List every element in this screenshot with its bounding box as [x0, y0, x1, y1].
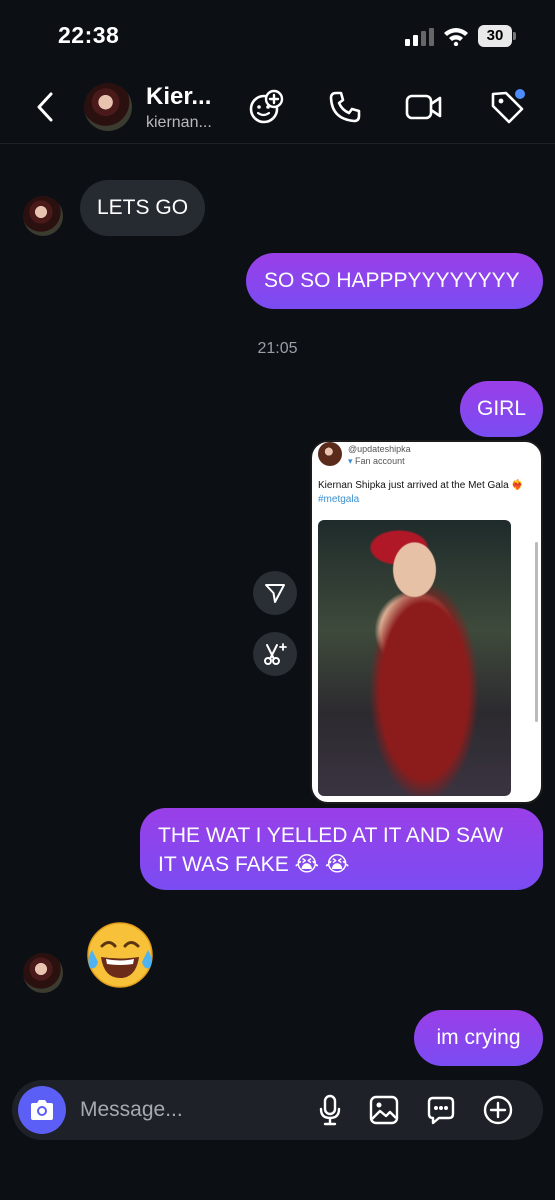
battery-level: 30 [478, 25, 512, 47]
message-bubble-outgoing[interactable]: SO SO HAPPPYYYYYYYY [246, 253, 543, 309]
tag-button[interactable] [487, 87, 527, 127]
video-camera-icon [405, 94, 442, 120]
scissors-sparkle-icon [264, 643, 287, 665]
message-bubble-incoming[interactable]: LETS GO [80, 180, 206, 236]
post-hashtag[interactable]: #metgala [318, 494, 359, 505]
video-call-button[interactable] [404, 87, 444, 127]
message-bubble-outgoing[interactable]: im crying [414, 1010, 543, 1066]
voice-call-button[interactable] [325, 87, 365, 127]
message-bubble-outgoing[interactable]: THE WAT I YELLED AT IT AND SAW IT WAS FA… [140, 808, 543, 890]
microphone-icon [319, 1094, 341, 1126]
battery-icon: 30 [478, 25, 516, 47]
notification-dot [515, 89, 525, 99]
share-button[interactable] [253, 571, 297, 615]
send-icon [265, 584, 285, 603]
contact-name[interactable]: Kier... [146, 83, 211, 111]
header-divider [0, 143, 555, 144]
chevron-left-icon [37, 92, 53, 122]
message-text: GIRL [476, 397, 526, 420]
message-timestamp: 21:05 [257, 340, 298, 357]
post-caption: Kiernan Shipka just arrived at the Met G… [318, 480, 524, 505]
back-button[interactable] [30, 89, 60, 125]
gallery-button[interactable] [366, 1092, 402, 1128]
message-text: SO SO HAPPPYYYYYYYY [264, 269, 520, 292]
remix-button[interactable] [253, 632, 297, 676]
avatar-sticker-button[interactable] [246, 87, 286, 127]
message-text: im crying [436, 1026, 521, 1049]
post-scrollbar [535, 542, 538, 722]
message-composer [12, 1080, 543, 1140]
message-text-line: THE WAT I YELLED AT IT AND SAW [158, 824, 504, 847]
voice-message-button[interactable] [312, 1092, 348, 1128]
camera-icon [31, 1100, 53, 1120]
face-with-tears-of-joy-icon[interactable] [84, 920, 156, 990]
post-header: @updateshipka ▾ Fan account [318, 442, 538, 470]
shared-post-card[interactable]: @updateshipka ▾ Fan account Kiernan Ship… [310, 440, 543, 804]
post-author-subtitle: ▾ Fan account [348, 456, 405, 466]
message-bubble-outgoing[interactable]: GIRL [460, 381, 543, 437]
image-icon [369, 1095, 399, 1125]
sticker-button[interactable] [423, 1092, 459, 1128]
contact-avatar[interactable] [84, 83, 132, 131]
chat-bubble-dots-icon [427, 1096, 455, 1125]
post-author-handle: @updateshipka [348, 444, 411, 454]
status-bar: 22:38 30 [0, 0, 555, 70]
contact-handle[interactable]: kiernan... [146, 114, 212, 132]
more-options-button[interactable] [480, 1092, 516, 1128]
shield-icon: ▾ [348, 456, 353, 466]
sender-avatar[interactable] [23, 953, 63, 993]
cellular-signal-icon [405, 28, 434, 46]
camera-button[interactable] [18, 1086, 66, 1134]
sticker-plus-icon [249, 89, 284, 124]
message-text: LETS GO [97, 196, 189, 219]
wifi-icon [444, 28, 468, 46]
chat-header: Kier... kiernan... [0, 75, 555, 140]
plus-circle-icon [483, 1095, 513, 1125]
post-photo[interactable] [318, 520, 511, 796]
status-time: 22:38 [58, 22, 120, 48]
phone-icon [329, 91, 361, 123]
message-text-line: IT WAS FAKE 😭 😭 [158, 853, 350, 876]
message-input[interactable] [80, 1094, 300, 1126]
sender-avatar[interactable] [23, 196, 63, 236]
post-author-avatar [318, 442, 342, 466]
